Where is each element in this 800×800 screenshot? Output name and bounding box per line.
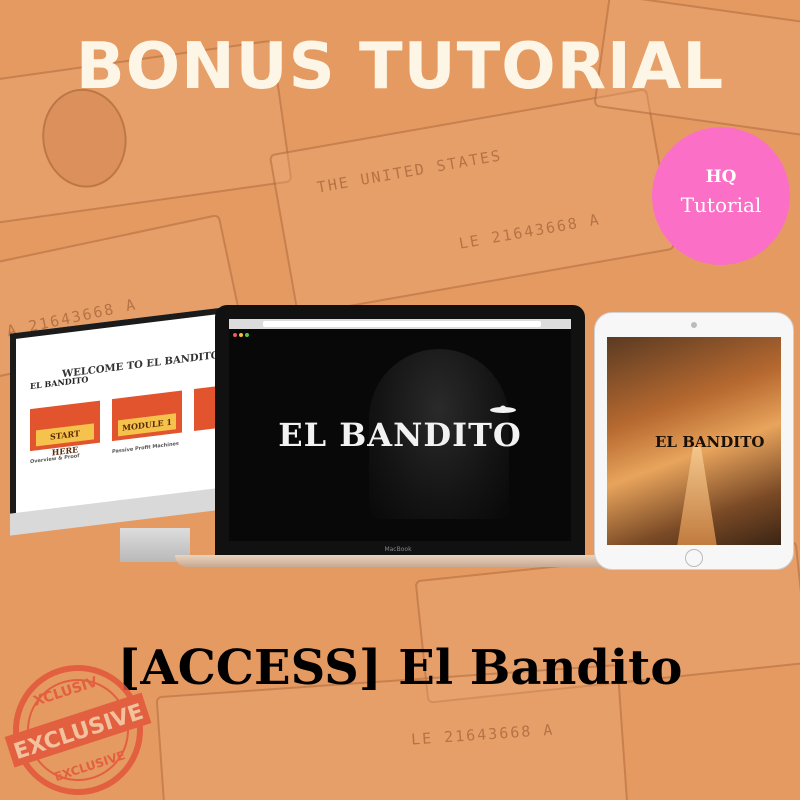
exclusive-stamp: XCLUSIV EXCLUSIVE EXCLUSIVE bbox=[4, 665, 152, 795]
street-image bbox=[677, 447, 717, 545]
el-bandito-logo: EL BANDITO bbox=[278, 416, 522, 454]
module-1-card: MODULE 1 bbox=[112, 390, 182, 442]
macbook-label: MacBook bbox=[384, 546, 412, 553]
macbook-screen: EL BANDITO bbox=[229, 319, 571, 541]
badge-line-2: Tutorial bbox=[680, 193, 762, 217]
badge-line-1: HQ bbox=[705, 167, 737, 187]
camera-icon bbox=[691, 322, 697, 328]
banknote: THE UNITED STATES LE 21643668 A bbox=[268, 87, 676, 317]
headline: BONUS TUTORIAL bbox=[75, 30, 725, 104]
hq-tutorial-badge: HQ Tutorial bbox=[652, 127, 790, 265]
sombrero-icon bbox=[490, 405, 516, 413]
ipad-mockup: EL BANDITO bbox=[594, 312, 794, 570]
start-here-button: START HERE bbox=[36, 423, 94, 457]
address-bar bbox=[263, 321, 541, 327]
start-here-card: START HERE bbox=[30, 400, 100, 457]
macbook-base bbox=[175, 555, 621, 567]
browser-bar bbox=[229, 319, 571, 337]
module-1-button: MODULE 1 bbox=[118, 413, 176, 437]
imac-text-2: Passive Profit Machines bbox=[112, 440, 179, 456]
window-dots bbox=[233, 322, 253, 337]
ipad-screen: EL BANDITO bbox=[607, 337, 781, 545]
macbook-mockup: EL BANDITO MacBook bbox=[175, 305, 621, 575]
macbook-lid: EL BANDITO bbox=[215, 305, 585, 555]
ipad-logo: EL BANDITO bbox=[655, 433, 765, 451]
home-button-icon bbox=[685, 549, 703, 567]
